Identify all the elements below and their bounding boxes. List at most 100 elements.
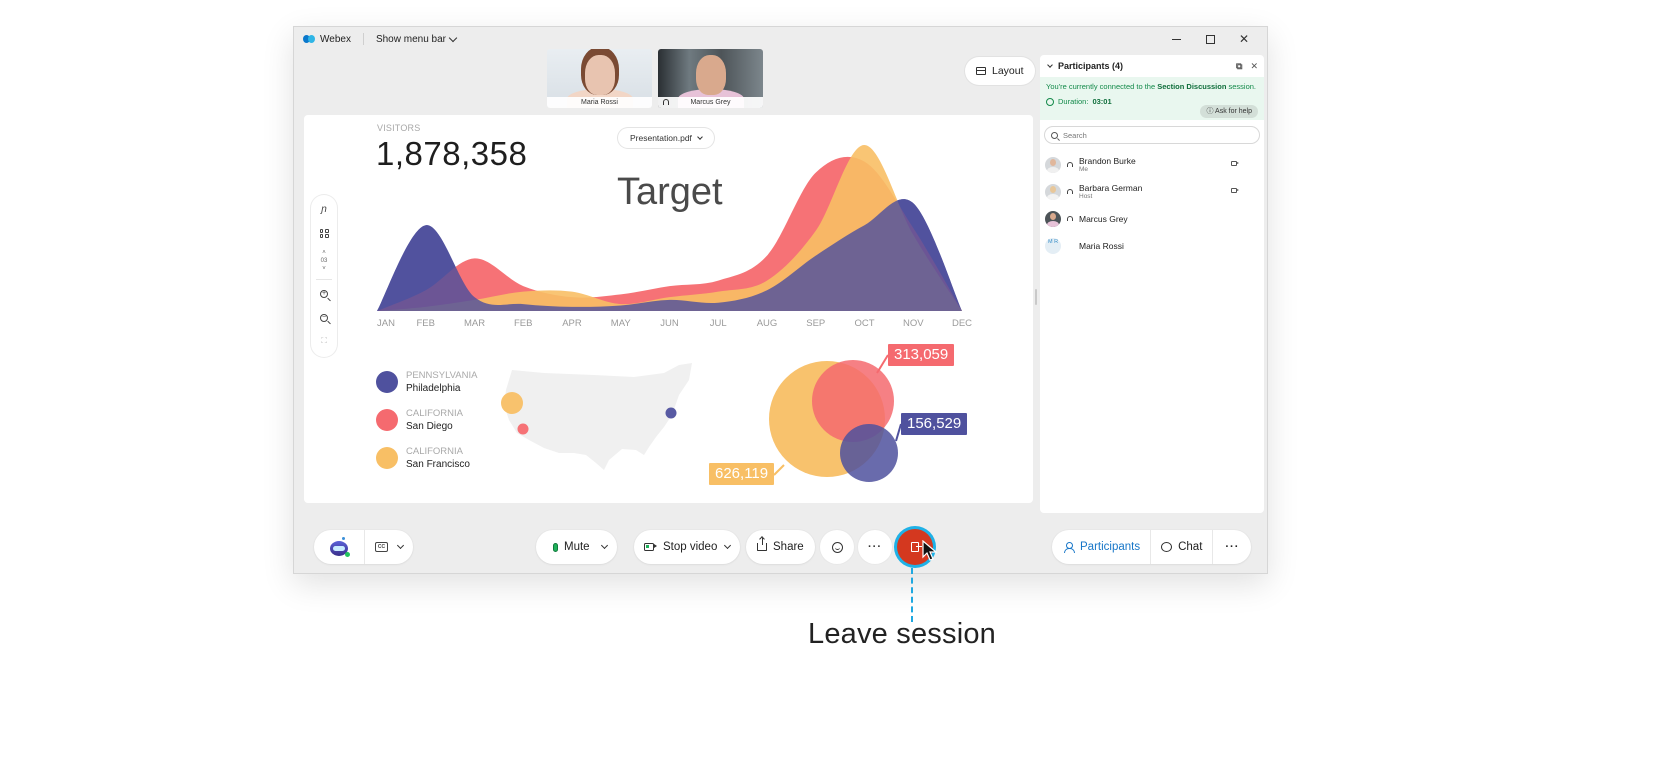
- avatar: [1045, 210, 1061, 227]
- bubble-philadelphia: [840, 424, 898, 482]
- x-tick-label: FEB: [417, 318, 435, 329]
- chat-button[interactable]: Chat: [1151, 530, 1212, 564]
- legend-swatch: [376, 409, 398, 431]
- video-thumbnail-marcus-grey[interactable]: Marcus Grey: [658, 49, 763, 108]
- show-menu-bar-button[interactable]: Show menu bar: [376, 33, 458, 45]
- help-icon: ⓘ: [1206, 108, 1214, 115]
- clock-icon: [1046, 98, 1054, 106]
- thumbnail-name-bar: Marcus Grey: [658, 97, 763, 108]
- camera-icon: [1231, 188, 1239, 193]
- participants-button[interactable]: Participants: [1052, 530, 1150, 564]
- video-thumbnail-maria-rossi[interactable]: Maria Rossi: [547, 49, 652, 108]
- audio-options-button[interactable]: [596, 530, 617, 564]
- x-tick-label: APR: [562, 318, 582, 329]
- bubble-label-san-francisco: 626,119: [709, 463, 775, 485]
- ai-assistant-button[interactable]: [314, 530, 364, 564]
- bubble-label-philadelphia: 156,529: [901, 413, 968, 435]
- captions-options-button[interactable]: [394, 530, 413, 564]
- panel-actions: ⧉ ✕: [1236, 61, 1258, 72]
- collapse-chevron-icon[interactable]: [1047, 61, 1053, 68]
- closed-captions-button[interactable]: CC: [365, 530, 394, 564]
- annotate-button[interactable]: ɲ: [315, 202, 333, 218]
- video-options-button[interactable]: [723, 530, 740, 564]
- map-marker-san-francisco: [501, 392, 523, 414]
- presentation-toolrail: ɲ ˄ 03 ˅ + − ⛶: [311, 195, 337, 357]
- participant-name: Maria Rossi: [1079, 240, 1124, 251]
- participant-search-input[interactable]: Search: [1045, 127, 1259, 143]
- video-group: Stop video: [634, 530, 741, 564]
- session-name: Section Discussion: [1157, 82, 1227, 91]
- maximize-icon: [1205, 34, 1215, 44]
- legend-swatch: [376, 447, 398, 469]
- avatar: [1045, 183, 1061, 200]
- close-panel-icon[interactable]: ✕: [1250, 61, 1258, 72]
- bubble-label-san-diego: 313,059: [888, 344, 955, 366]
- slide-title: Target: [617, 171, 723, 213]
- mute-button[interactable]: Mute: [536, 530, 596, 564]
- x-tick-label: SEP: [806, 318, 825, 329]
- fullscreen-button[interactable]: ⛶: [315, 333, 333, 349]
- legend-state: CALIFORNIA: [406, 407, 464, 419]
- layout-icon: [976, 67, 986, 75]
- stop-video-button[interactable]: Stop video: [634, 530, 723, 564]
- thumbnail-name: Maria Rossi: [547, 97, 652, 108]
- ask-for-help-button[interactable]: ⓘ Ask for help: [1200, 105, 1258, 118]
- participant-row[interactable]: Brandon Burke Me: [1040, 151, 1264, 178]
- x-tick-label: OCT: [854, 318, 874, 329]
- x-tick-label: MAY: [611, 318, 632, 329]
- camera-icon: [644, 543, 657, 551]
- bubble-leader-line: [773, 464, 785, 476]
- legend-city: San Francisco: [406, 458, 470, 470]
- more-options-button[interactable]: ···: [858, 530, 892, 564]
- visitors-label: VISITORS: [377, 123, 421, 133]
- mute-label: Mute: [564, 541, 590, 553]
- minimize-button[interactable]: [1159, 27, 1193, 51]
- participants-panel: Participants (4) ⧉ ✕ You're currently co…: [1040, 55, 1264, 513]
- more-panels-button[interactable]: ···: [1213, 530, 1251, 564]
- headset-icon: [1067, 189, 1073, 194]
- chevron-down-icon: [697, 133, 703, 140]
- chat-label: Chat: [1178, 541, 1203, 553]
- page-down-button[interactable]: ˅: [321, 265, 328, 273]
- video-face: [585, 55, 615, 95]
- mute-group: Mute: [536, 530, 617, 564]
- legend-item-san-francisco: CALIFORNIA San Francisco: [376, 446, 477, 470]
- participant-row[interactable]: Marcus Grey: [1040, 205, 1264, 232]
- layout-button[interactable]: Layout: [965, 57, 1035, 85]
- microphone-icon: [553, 542, 558, 552]
- thumbnails-button[interactable]: [315, 226, 333, 242]
- page-up-button[interactable]: ˄: [321, 249, 328, 257]
- search-icon: [1051, 131, 1058, 139]
- page-number: 03: [320, 258, 328, 265]
- close-button[interactable]: ✕: [1227, 27, 1261, 51]
- thumbnail-name: Marcus Grey: [690, 99, 731, 106]
- zoom-in-button[interactable]: +: [315, 286, 333, 302]
- callout-line: [911, 568, 913, 622]
- headset-icon: [1067, 216, 1073, 221]
- fullscreen-icon: ⛶: [321, 336, 327, 346]
- share-button[interactable]: Share: [746, 530, 815, 564]
- presentation-file-select[interactable]: Presentation.pdf: [618, 128, 714, 148]
- thumbnails-icon: [319, 228, 329, 238]
- title-bar: Webex Show menu bar ✕: [294, 27, 1267, 51]
- window-controls: ✕: [1159, 27, 1261, 51]
- x-tick-label: NOV: [903, 318, 924, 329]
- chevron-down-icon: [448, 33, 458, 42]
- maximize-button[interactable]: [1193, 27, 1227, 51]
- participant-role: Me: [1079, 165, 1089, 173]
- pop-out-icon[interactable]: ⧉: [1236, 61, 1242, 72]
- avatar: [1045, 156, 1061, 173]
- panel-resize-handle[interactable]: [1035, 289, 1037, 305]
- participant-row[interactable]: Barbara German Host: [1040, 178, 1264, 205]
- shared-content-stage: JAN FEB MAR FEB APR MAY JUN JUL AUG SEP OCT NOV DEC …: [304, 115, 1033, 503]
- participant-role: Host: [1079, 192, 1093, 200]
- layout-label: Layout: [992, 65, 1024, 77]
- legend-city: San Diego: [406, 420, 453, 432]
- bubble-leader-line: [876, 354, 889, 374]
- zoom-out-button[interactable]: −: [315, 310, 333, 326]
- emoji-icon: [831, 541, 843, 553]
- participant-row[interactable]: M R Maria Rossi: [1040, 232, 1264, 259]
- video-face: [696, 55, 726, 95]
- x-tick-label: DEC: [952, 318, 972, 329]
- reactions-button[interactable]: [820, 530, 854, 564]
